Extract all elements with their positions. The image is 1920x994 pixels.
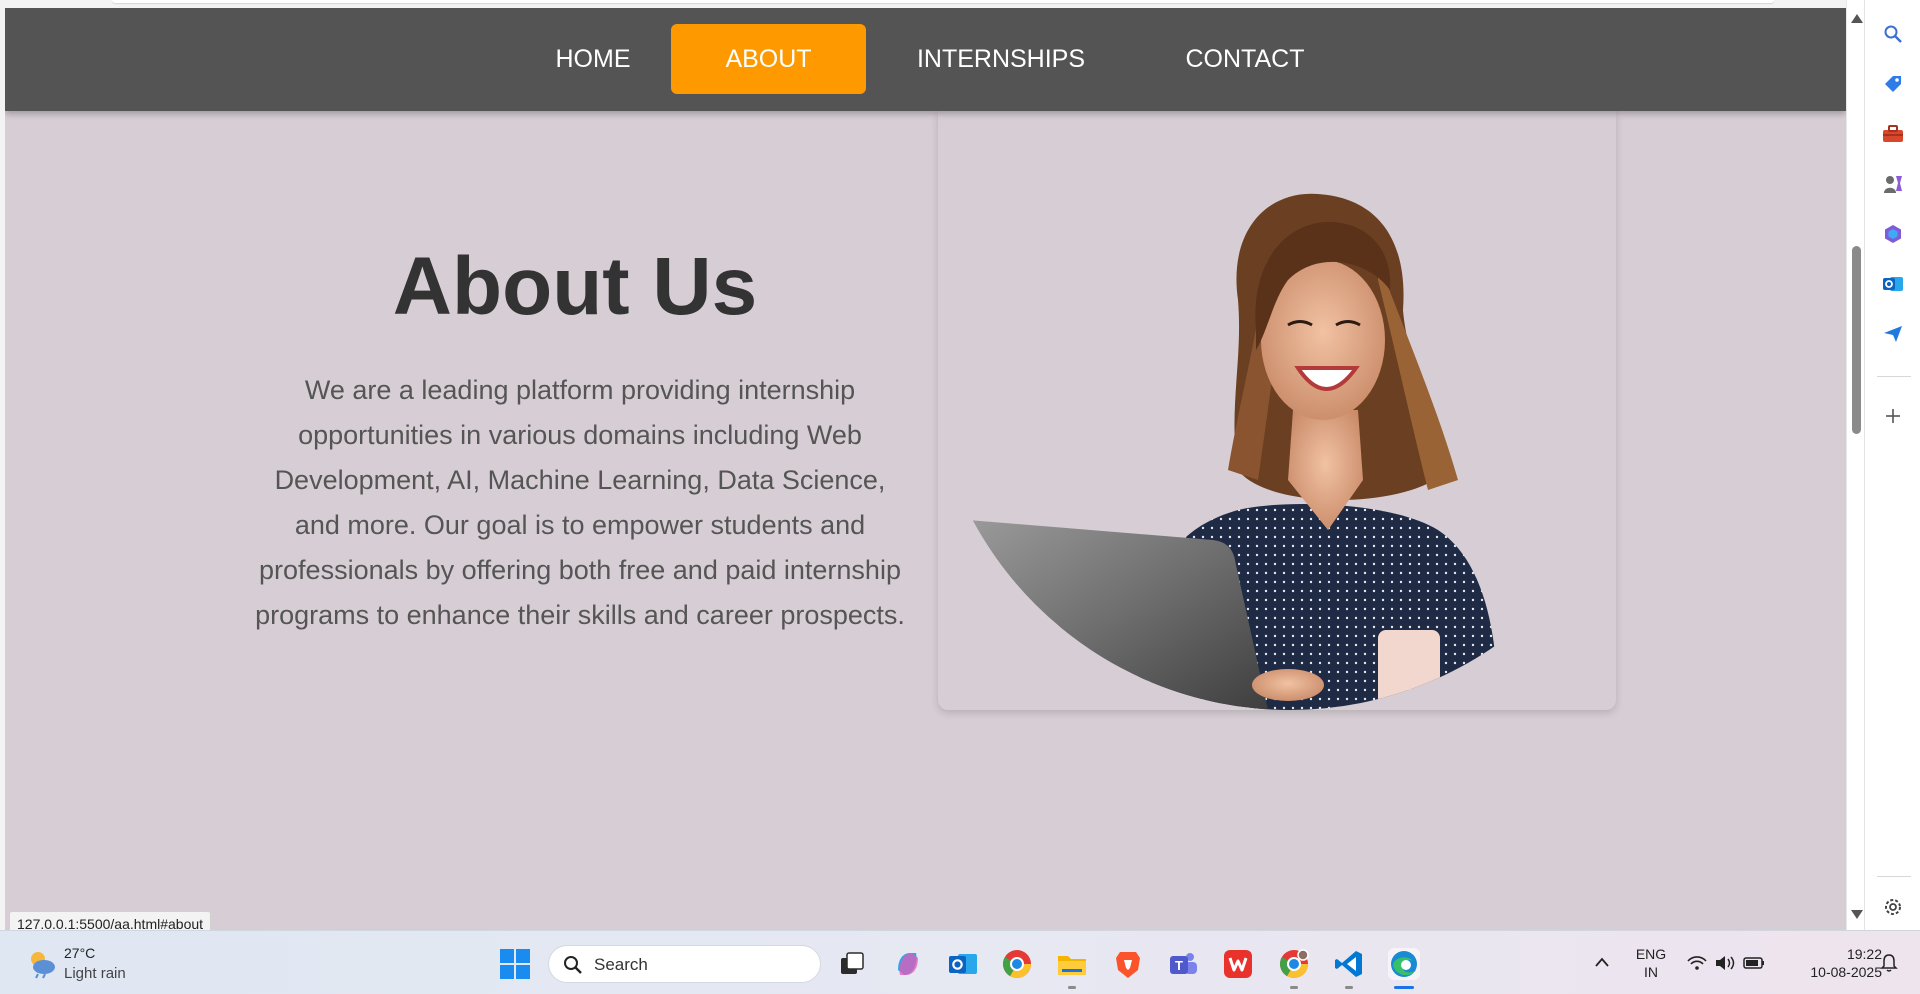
about-line: programs to enhance their skills and car…	[255, 600, 905, 630]
input-language-indicator[interactable]: ENG IN	[1634, 945, 1668, 981]
wps-office-icon[interactable]	[1222, 948, 1254, 980]
clock-date: 10-08-2025	[1810, 964, 1882, 980]
about-description: We are a leading platform providing inte…	[235, 368, 925, 638]
nav-home-link[interactable]: HOME	[537, 24, 649, 94]
copilot-icon[interactable]	[1881, 222, 1905, 246]
nav-contact-link[interactable]: CONTACT	[1151, 24, 1339, 94]
taskbar-search-placeholder: Search	[594, 955, 648, 974]
page-scrollbar[interactable]	[1846, 0, 1864, 930]
navbar: HOME ABOUT INTERNSHIPS CONTACT	[5, 8, 1846, 111]
active-indicator	[1394, 986, 1414, 989]
vscode-icon[interactable]	[1333, 948, 1365, 989]
about-line: opportunities in various domains includi…	[298, 420, 862, 450]
running-indicator	[1345, 986, 1353, 989]
sidebar-divider	[1877, 876, 1911, 877]
scroll-up-arrow-icon[interactable]	[1851, 14, 1863, 23]
send-icon[interactable]	[1881, 322, 1905, 346]
about-line: and more. Our goal is to empower student…	[294, 510, 866, 540]
weather-temperature[interactable]: 27°C	[64, 945, 95, 961]
battery-icon[interactable]	[1743, 957, 1764, 969]
taskbar-clock[interactable]: 19:22 10-08-2025	[1786, 945, 1882, 981]
search-icon	[564, 956, 582, 974]
chrome-icon[interactable]	[1001, 948, 1033, 980]
svg-text:T: T	[1175, 958, 1183, 973]
about-line: We are a leading platform providing inte…	[304, 375, 856, 405]
search-icon[interactable]	[1881, 22, 1905, 46]
windows-start-icon[interactable]	[500, 949, 530, 979]
volume-icon[interactable]	[1716, 956, 1735, 970]
sidebar-divider	[1877, 376, 1911, 377]
windows-taskbar: 27°C Light rain Search T ENG IN 19:22 10…	[0, 930, 1920, 994]
browser-viewport: HOME ABOUT INTERNSHIPS CONTACT About Us …	[0, 0, 1846, 930]
games-icon[interactable]	[1881, 172, 1905, 196]
edge-icon[interactable]	[1388, 948, 1420, 989]
wifi-icon[interactable]	[1687, 956, 1707, 970]
nav-internships-link[interactable]: INTERNSHIPS	[892, 24, 1110, 94]
weather-cloud-icon[interactable]	[26, 947, 58, 979]
browser-sidebar	[1864, 0, 1920, 930]
copilot-app-icon[interactable]	[892, 948, 924, 980]
running-indicator	[1290, 986, 1298, 989]
settings-icon[interactable]	[1881, 895, 1905, 919]
file-explorer-icon[interactable]	[1056, 948, 1088, 989]
language-code: ENG	[1635, 946, 1667, 962]
brave-icon[interactable]	[1112, 948, 1144, 980]
outlook-icon[interactable]	[1881, 272, 1905, 296]
add-icon[interactable]	[1881, 404, 1905, 428]
about-line: Development, AI, Machine Learning, Data …	[274, 465, 886, 495]
tab-strip-pill	[112, 0, 1774, 3]
task-view-icon[interactable]	[836, 948, 868, 980]
woman-with-laptop-image	[968, 193, 1498, 710]
scroll-down-arrow-icon[interactable]	[1851, 910, 1863, 919]
taskbar-search-box[interactable]: Search	[548, 945, 821, 983]
web-page: HOME ABOUT INTERNSHIPS CONTACT About Us …	[5, 8, 1846, 930]
teams-icon[interactable]: T	[1167, 948, 1199, 980]
tag-icon[interactable]	[1881, 72, 1905, 96]
about-heading: About Us	[392, 241, 758, 332]
scroll-thumb[interactable]	[1852, 246, 1861, 434]
region-code: IN	[1644, 964, 1658, 980]
running-indicator	[1068, 986, 1076, 989]
status-bar-url: 127.0.0.1:5500/aa.html#about	[9, 911, 212, 930]
show-hidden-icons-chevron-icon[interactable]	[1594, 955, 1610, 973]
clock-time: 19:22	[1846, 946, 1882, 962]
tab-strip-edge	[0, 0, 1846, 8]
about-image-card	[938, 110, 1616, 710]
notification-bell-icon[interactable]	[1880, 953, 1898, 978]
weather-description[interactable]: Light rain	[64, 965, 126, 982]
chrome-profile-icon[interactable]	[1278, 948, 1310, 989]
system-tray[interactable]	[1686, 953, 1770, 978]
outlook-app-icon[interactable]	[947, 948, 979, 980]
nav-about-link[interactable]: ABOUT	[671, 24, 866, 94]
about-line: professionals by offering both free and …	[259, 555, 901, 585]
toolbox-icon[interactable]	[1881, 122, 1905, 146]
